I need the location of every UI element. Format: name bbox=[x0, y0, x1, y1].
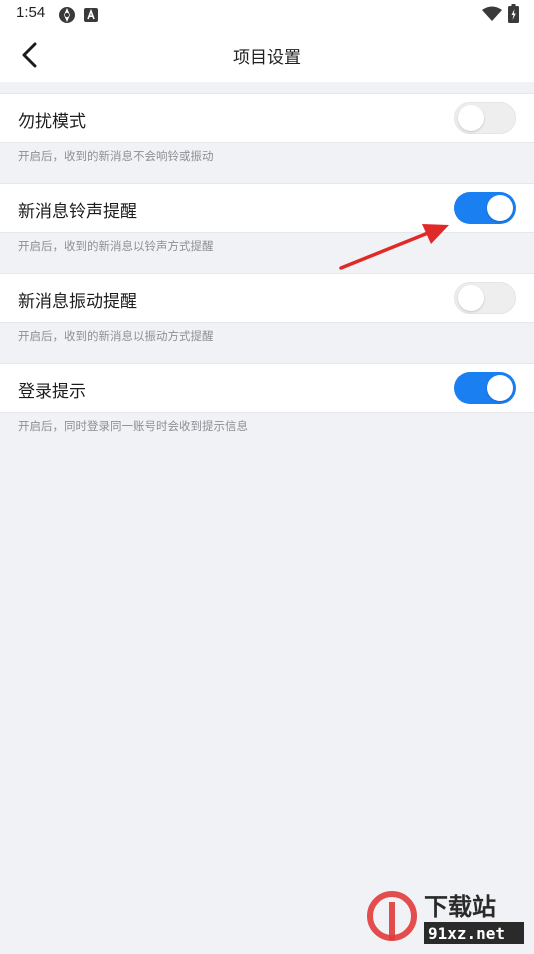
svg-text:91xz.net: 91xz.net bbox=[428, 924, 505, 943]
svg-text:下载站: 下载站 bbox=[424, 893, 496, 921]
watermark-logo: 下载站 91xz.net bbox=[364, 882, 534, 950]
annotation-arrow bbox=[339, 224, 449, 270]
